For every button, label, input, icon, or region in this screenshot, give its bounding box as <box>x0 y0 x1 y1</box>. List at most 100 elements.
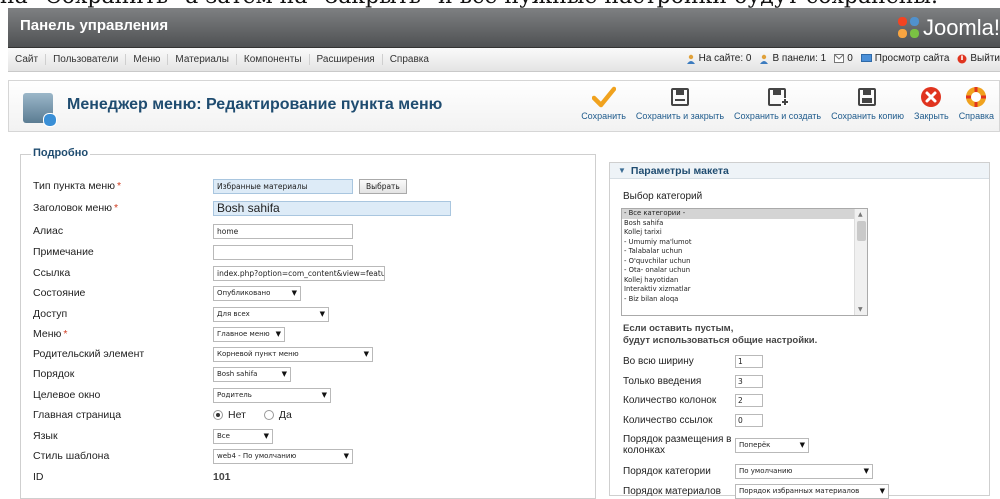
menu-item-components[interactable]: Компоненты <box>237 54 310 65</box>
list-item[interactable]: Bosh sahifa <box>622 219 855 229</box>
empty-hint-note: Если оставить пустым, будут использовать… <box>623 323 818 346</box>
help-label: Справка <box>958 111 994 121</box>
menu-title-input[interactable]: Bosh sahifa <box>213 200 451 216</box>
state-label: Состояние <box>33 287 86 299</box>
template-style-select[interactable]: web4 - По умолчанию ▼ <box>213 448 353 464</box>
on-site-text: На сайте: 0 <box>698 53 752 64</box>
note-input[interactable] <box>213 244 353 260</box>
scroll-thumb[interactable] <box>857 221 866 241</box>
top-text-strip: на "Сохранить" а затем на "Закрыть" и вс… <box>0 0 1000 8</box>
list-item[interactable]: - Talabalar uchun <box>622 247 855 257</box>
category-listbox[interactable]: - Все категории - Bosh sahifa Kollej tar… <box>621 208 868 316</box>
language-value: Все <box>217 432 230 440</box>
close-label: Закрыть <box>914 111 949 121</box>
menu-item-help[interactable]: Справка <box>383 54 436 65</box>
details-fieldset: Подробно Тип пункта меню * Избранные мате… <box>20 147 596 499</box>
dropdown-arrow-icon: ▼ <box>799 441 805 449</box>
access-select[interactable]: Для всех ▼ <box>213 306 329 322</box>
multi-column-order-select[interactable]: Поперёк ▼ <box>735 437 809 453</box>
status-messages[interactable]: 0 <box>834 53 853 64</box>
links-input[interactable]: 0 <box>735 413 763 427</box>
menu-item-type-label: Тип пункта меню <box>33 180 116 192</box>
id-row: ID 101 <box>33 468 583 486</box>
menu-item-site[interactable]: Сайт <box>8 54 47 65</box>
listbox-scrollbar[interactable]: ▲ ▼ <box>854 209 867 315</box>
parent-label: Родительский элемент <box>33 348 145 360</box>
language-select[interactable]: Все ▼ <box>213 428 273 444</box>
save-close-button[interactable]: Сохранить и закрыть <box>631 85 729 121</box>
dropdown-arrow-icon: ▼ <box>281 370 287 378</box>
full-width-row: Во всю ширину 1 <box>623 353 763 369</box>
home-yes-radio[interactable]: Да <box>263 409 292 421</box>
menu-item-extensions[interactable]: Расширения <box>310 54 383 65</box>
save-new-icon <box>767 88 789 106</box>
multi-column-order-label: Порядок размещения в колонках <box>623 434 732 456</box>
required-marker: * <box>63 328 68 340</box>
parent-select[interactable]: Корневой пункт меню ▼ <box>213 346 373 362</box>
menu-title-row: Заголовок меню * Bosh sahifa <box>33 199 583 217</box>
article-order-label: Порядок материалов <box>623 485 721 497</box>
category-order-select[interactable]: По умолчанию ▼ <box>735 463 873 479</box>
logout-link[interactable]: Выйти <box>957 53 1000 64</box>
scroll-up-icon[interactable]: ▲ <box>858 211 863 218</box>
joomla-logo: Joomla! <box>897 14 1000 42</box>
list-item[interactable]: - Umumiy ma'lumot <box>622 238 855 248</box>
home-no-radio[interactable]: Нет <box>213 409 246 421</box>
menu-item-menus[interactable]: Меню <box>126 54 169 65</box>
ordering-select[interactable]: Bosh sahifa ▼ <box>213 366 291 382</box>
top-strip-text: на "Сохранить" а затем на "Закрыть" и вс… <box>0 0 938 8</box>
list-item[interactable]: Kollej tarixi <box>622 228 855 238</box>
home-row: Главная страница Нет Да <box>33 406 583 424</box>
help-button[interactable]: Справка <box>954 85 999 121</box>
save-close-label: Сохранить и закрыть <box>635 111 725 121</box>
layout-params-title: Параметры макета <box>630 164 729 177</box>
list-item[interactable]: Kollej hayotidan <box>622 276 855 286</box>
layout-params-panel: ▼ Параметры макета Выбор категорий - Все… <box>609 162 990 499</box>
monitor-icon <box>860 54 872 62</box>
menu-item-content[interactable]: Материалы <box>168 54 237 65</box>
template-style-value: web4 - По умолчанию <box>217 452 297 460</box>
menu-select[interactable]: Главное меню ▼ <box>213 326 285 342</box>
note-row: Примечание <box>33 243 583 261</box>
menu-item-users[interactable]: Пользователи <box>46 54 127 65</box>
layout-params-header[interactable]: ▼ Параметры макета <box>610 163 989 179</box>
state-value: Опубликовано <box>217 289 271 297</box>
save-copy-button[interactable]: Сохранить копию <box>826 85 909 121</box>
columns-input[interactable]: 2 <box>735 393 763 407</box>
list-item[interactable]: - O'quvchilar uchun <box>622 257 855 267</box>
joomla-logo-icon <box>897 17 920 39</box>
required-marker: * <box>114 202 119 214</box>
collapse-triangle-icon: ▼ <box>618 166 626 175</box>
list-item[interactable]: - Все категории - <box>622 209 855 219</box>
preview-site-text: Просмотр сайта <box>874 53 950 64</box>
users-icon <box>686 54 695 64</box>
close-button[interactable]: Закрыть <box>909 85 954 121</box>
save-new-button[interactable]: Сохранить и создать <box>729 85 826 121</box>
alias-label: Алиас <box>33 225 64 237</box>
close-icon <box>921 87 942 107</box>
ordering-label: Порядок <box>33 368 75 380</box>
full-width-label: Во всю ширину <box>623 355 694 367</box>
dropdown-arrow-icon: ▼ <box>291 289 297 297</box>
article-order-select[interactable]: Порядок избранных материалов ▼ <box>735 483 889 499</box>
scroll-down-icon[interactable]: ▼ <box>858 306 863 313</box>
intro-only-row: Только введения 3 <box>623 373 763 389</box>
list-item[interactable]: - Ota- onalar uchun <box>622 266 855 276</box>
admin-title: Панель управления <box>20 17 169 34</box>
list-item[interactable]: - Biz bilan aloqa <box>622 295 855 305</box>
access-row: Доступ Для всех ▼ <box>33 305 583 323</box>
menu-row: Меню * Главное меню ▼ <box>33 325 583 343</box>
choose-type-button[interactable]: Выбрать <box>359 178 407 194</box>
link-label: Ссылка <box>33 267 71 279</box>
preview-site-link[interactable]: Просмотр сайта <box>860 53 950 64</box>
save-button[interactable]: Сохранить <box>576 85 631 121</box>
alias-input[interactable]: home <box>213 223 353 239</box>
dropdown-arrow-icon: ▼ <box>275 330 281 338</box>
full-width-input[interactable]: 1 <box>735 354 763 368</box>
state-select[interactable]: Опубликовано ▼ <box>213 285 301 301</box>
intro-only-input[interactable]: 3 <box>735 374 763 388</box>
category-order-value: По умолчанию <box>739 467 793 475</box>
language-label: Язык <box>33 430 58 442</box>
target-select[interactable]: Родитель ▼ <box>213 387 331 403</box>
list-item[interactable]: Interaktiv xizmatlar <box>622 285 855 295</box>
